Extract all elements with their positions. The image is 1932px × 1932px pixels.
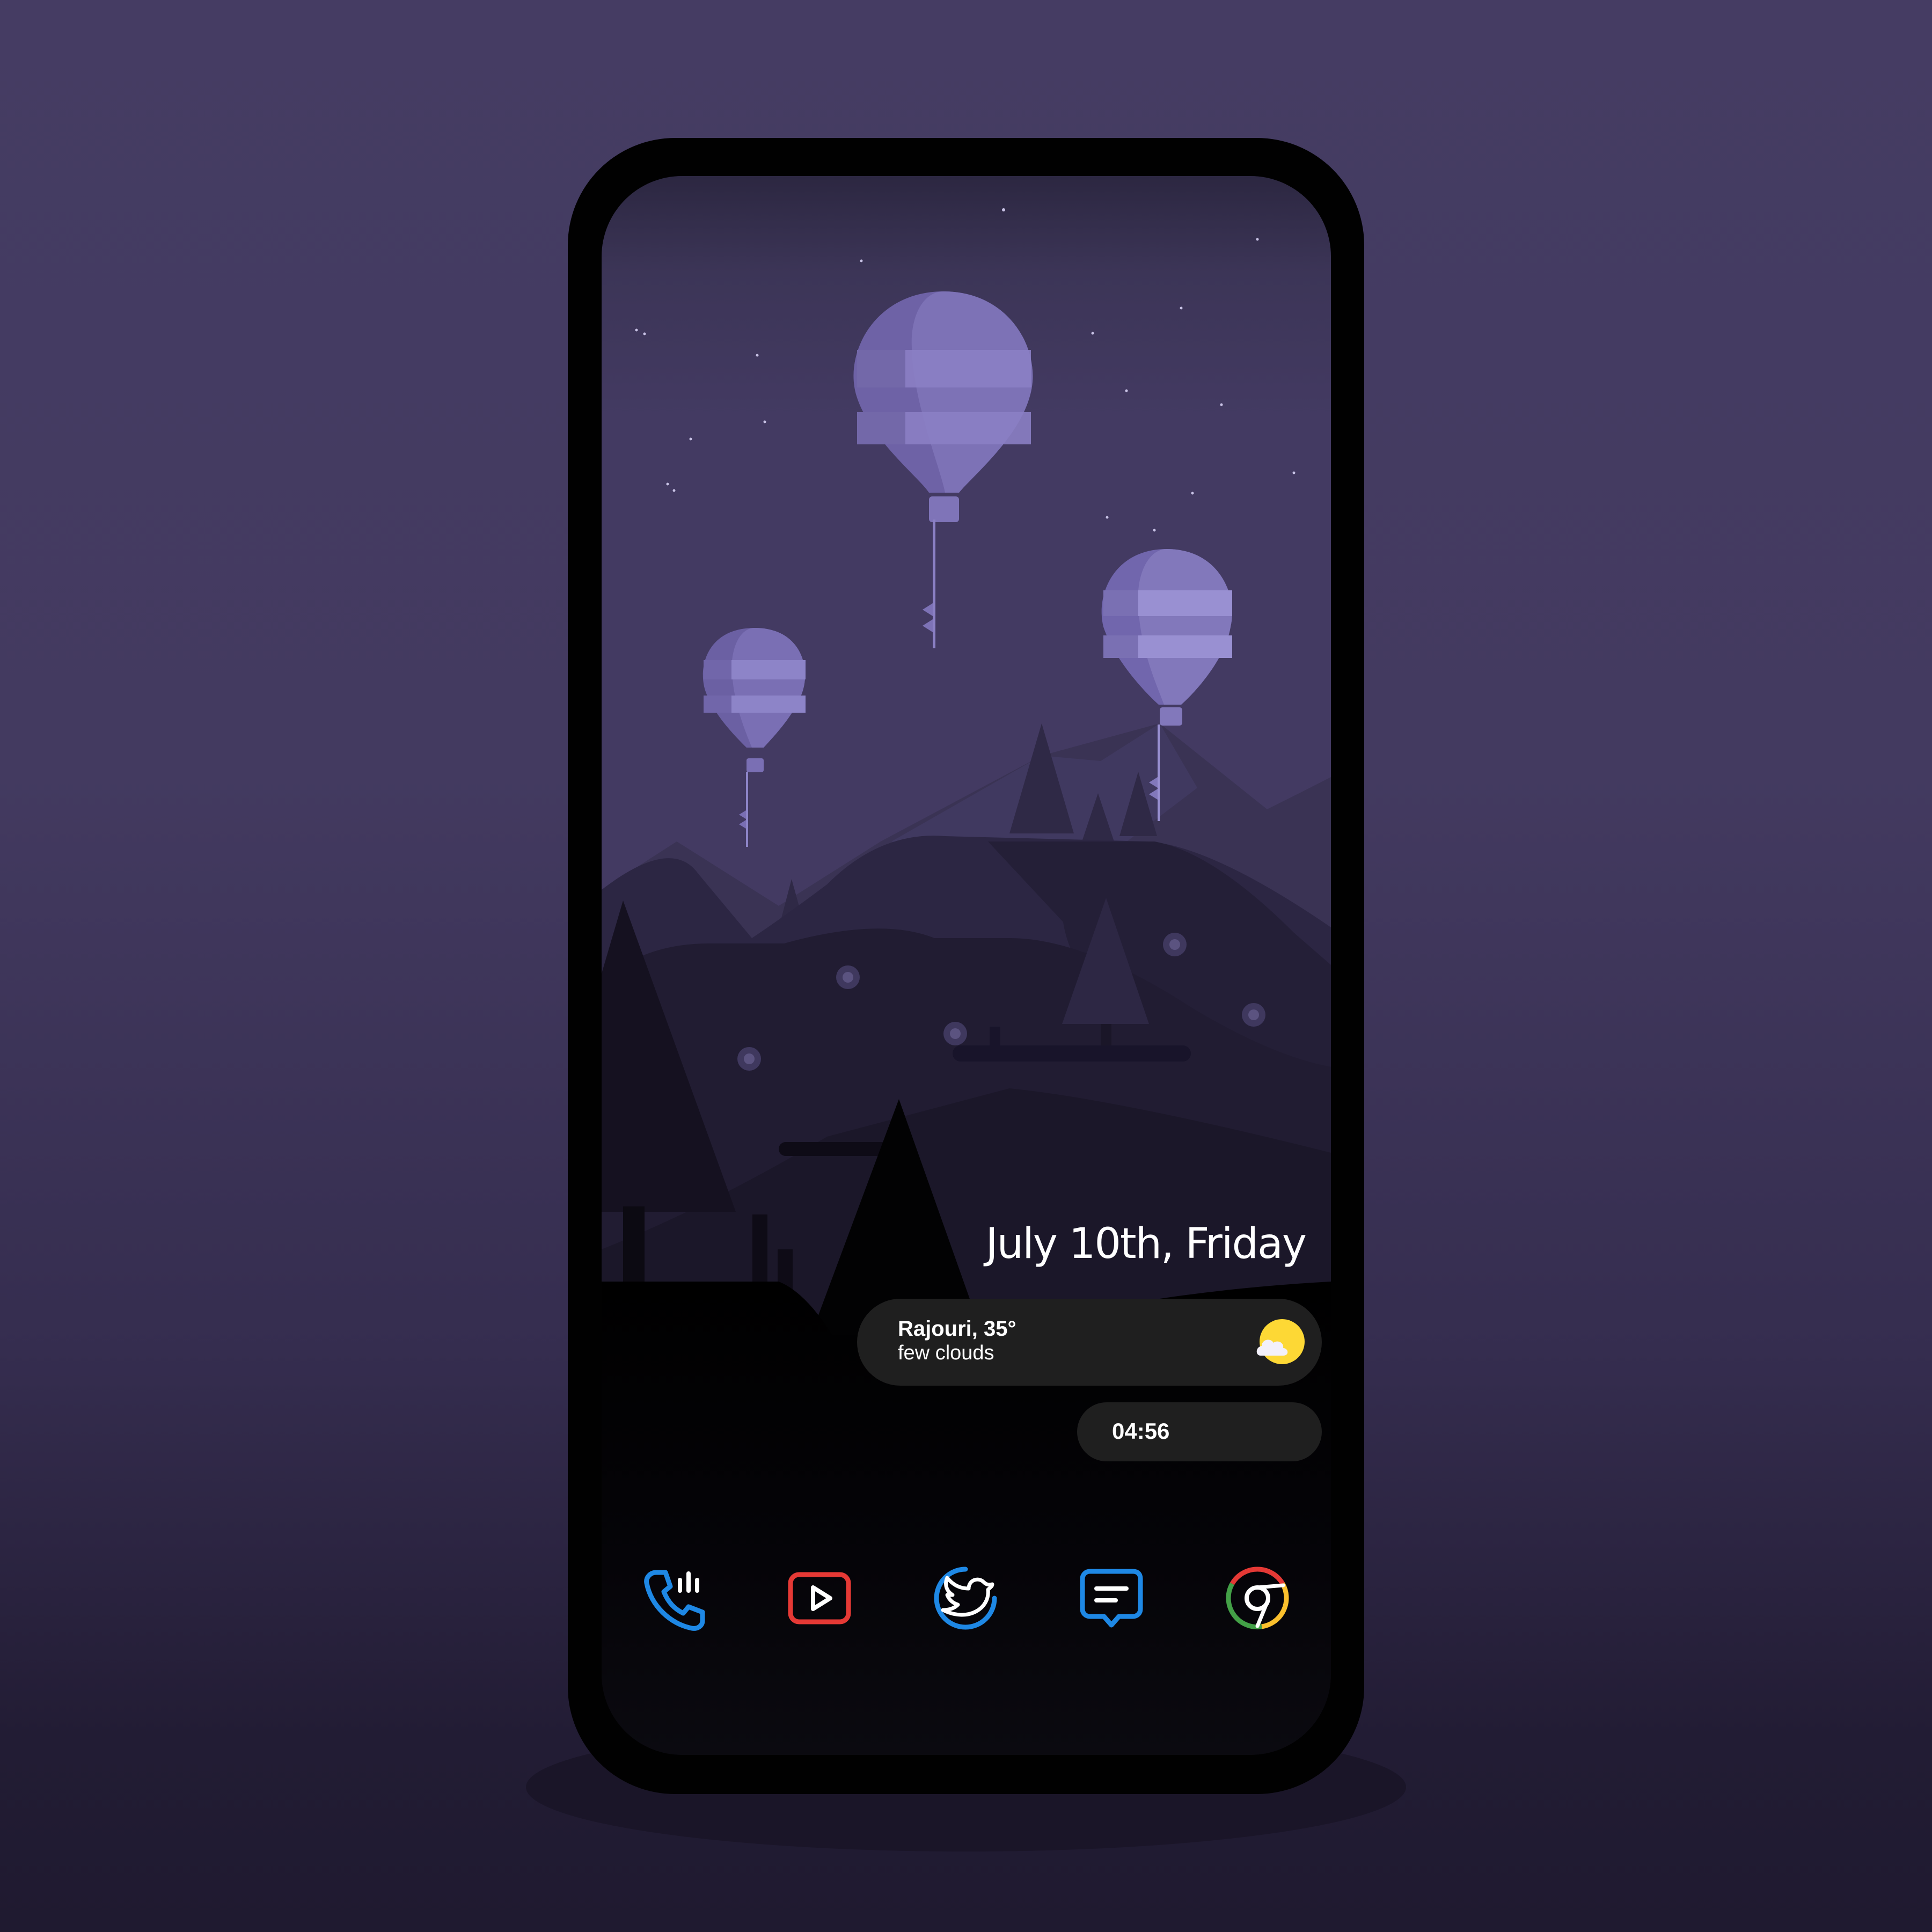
messages-app-button[interactable]	[1074, 1561, 1149, 1636]
chrome-app-button[interactable]	[1220, 1561, 1295, 1636]
youtube-icon	[788, 1572, 851, 1624]
wallpaper	[602, 176, 1331, 1755]
phone-screen: July 10th, Friday Rajouri, 35° few cloud…	[602, 176, 1331, 1755]
weather-location-temp: Rajouri, 35°	[898, 1317, 1016, 1341]
messages-icon	[1080, 1569, 1143, 1628]
clock-widget[interactable]: 04:56	[1077, 1402, 1322, 1461]
chrome-icon	[1226, 1567, 1289, 1630]
twitter-icon	[934, 1567, 997, 1630]
phone-app-button[interactable]	[636, 1561, 711, 1636]
phone-icon	[644, 1570, 705, 1631]
clock-time: 04:56	[1112, 1418, 1170, 1444]
date-widget[interactable]: July 10th, Friday	[986, 1220, 1307, 1268]
background: July 10th, Friday Rajouri, 35° few cloud…	[0, 0, 1932, 1932]
twitter-app-button[interactable]	[928, 1561, 1003, 1636]
youtube-app-button[interactable]	[782, 1561, 857, 1636]
partly-cloudy-sun-icon	[1256, 1319, 1305, 1364]
weather-condition: few clouds	[898, 1342, 994, 1364]
app-dock	[602, 1561, 1331, 1636]
weather-widget[interactable]: Rajouri, 35° few clouds	[857, 1299, 1322, 1386]
